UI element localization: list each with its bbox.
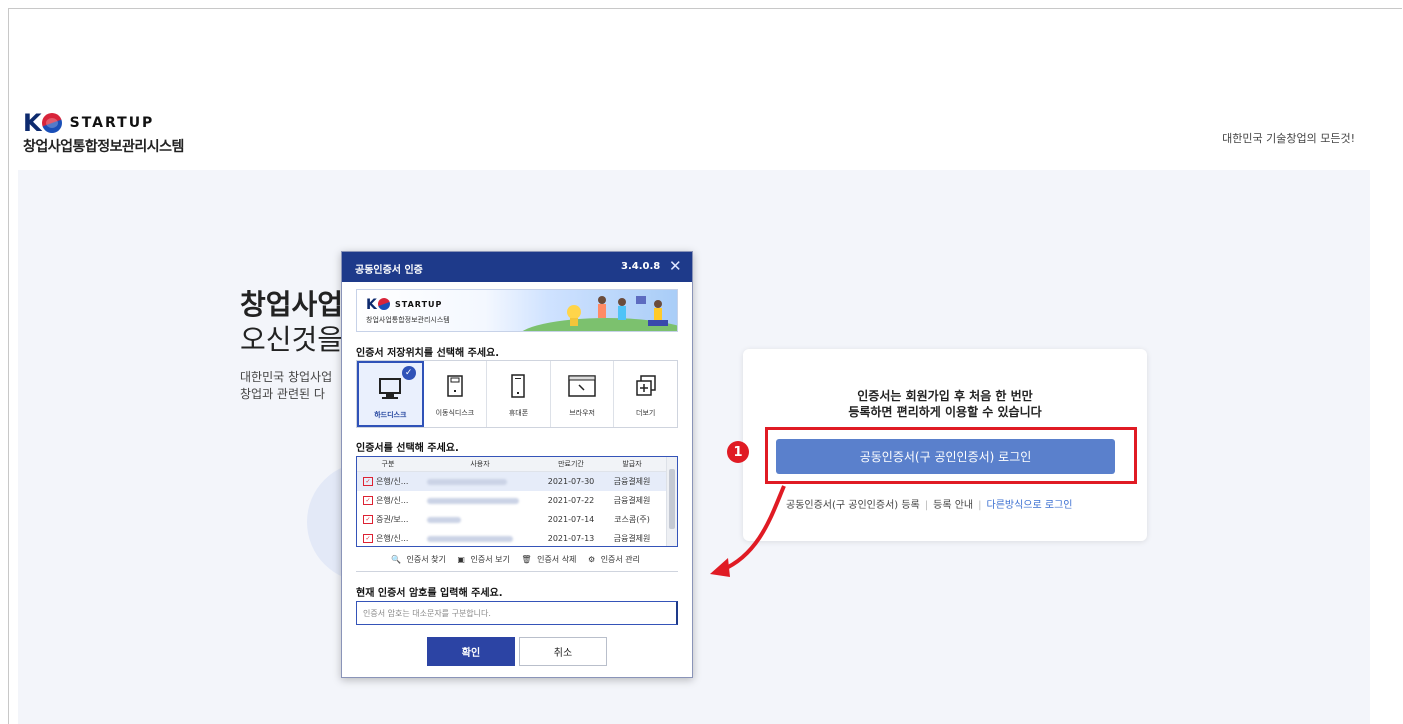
row-type: 증권/보... <box>376 515 409 524</box>
main-area <box>18 170 1370 724</box>
row-issuer: 금융결제원 <box>613 496 651 505</box>
view-cert-label: 인증서 보기 <box>470 555 510 564</box>
table-row[interactable]: ✓ 은행/신... 2021-07-13 금융결제원 <box>357 529 677 546</box>
register-certificate-link[interactable]: 공동인증서(구 공인인증서) 등록 <box>786 500 920 511</box>
storage-label-text: 더보기 <box>636 409 656 417</box>
certificate-table: 구분 사용자 만료기간 발급자 ✓ 은행/신... 2021-07-30 금융결제… <box>356 456 678 547</box>
row-type: 은행/신... <box>376 534 409 543</box>
row-expiry: 2021-07-14 <box>547 515 595 524</box>
row-issuer: 금융결제원 <box>613 534 651 543</box>
row-expiry: 2021-07-22 <box>547 496 595 505</box>
delete-cert-label: 인증서 삭제 <box>537 555 577 564</box>
mobile-phone-icon <box>511 374 526 398</box>
pointer-arrow-icon <box>710 485 786 577</box>
row-type: 은행/신... <box>376 496 409 505</box>
certificate-icon: ✓ <box>363 496 373 505</box>
storage-mobile-phone[interactable]: 휴대폰 <box>487 361 551 427</box>
confirm-button[interactable]: 확인 <box>427 637 515 666</box>
certificate-icon: ✓ <box>363 477 373 486</box>
table-row[interactable]: ✓ 증권/보... 2021-07-14 코스콤(주) <box>357 510 677 529</box>
storage-selector: ✓ 하드디스크 이동식디스크 휴대폰 브라우저 더보기 <box>356 360 678 428</box>
manage-cert-button[interactable]: ⚙ 인증서 관리 <box>588 555 643 564</box>
header-slogan: 대한민국 기술창업의 모든것! <box>1222 132 1355 145</box>
certificate-dialog: 공동인증서 인증 3.4.0.8 ✕ K STARTUP 창업사업통합정보관리시… <box>341 251 693 678</box>
other-login-link[interactable]: 다른방식으로 로그인 <box>987 500 1073 511</box>
dialog-banner: K STARTUP 창업사업통합정보관리시스템 <box>356 289 678 332</box>
blurred-user <box>427 497 519 504</box>
card-message-line2: 등록하면 편리하게 이용할 수 있습니다 <box>848 405 1042 419</box>
logo-brand: STARTUP <box>69 115 155 131</box>
card-message-line1: 인증서는 회원가입 후 처음 한 번만 <box>857 389 1033 403</box>
storage-hard-disk[interactable]: ✓ 하드디스크 <box>357 361 424 427</box>
dialog-title: 공동인증서 인증 <box>355 265 423 276</box>
close-icon[interactable]: ✕ <box>669 257 682 275</box>
card-links: 공동인증서(구 공인인증서) 등록 | 등록 안내 | 다른방식으로 로그인 <box>786 500 1073 511</box>
check-icon: ✓ <box>401 366 416 380</box>
storage-label-text: 휴대폰 <box>508 409 529 417</box>
step-badge: 1 <box>727 441 749 463</box>
k-startup-logo[interactable]: K STARTUP <box>23 111 154 135</box>
row-type: 은행/신... <box>376 477 409 486</box>
storage-label-text: 하드디스크 <box>374 411 407 419</box>
browser-icon <box>568 375 596 397</box>
divider <box>356 571 678 572</box>
blurred-user <box>427 535 513 542</box>
hard-disk-icon <box>379 378 402 399</box>
table-header: 구분 사용자 만료기간 발급자 <box>357 457 677 472</box>
password-label: 현재 인증서 암호를 입력해 주세요. <box>356 588 503 599</box>
banner-people-icon <box>567 296 668 326</box>
column-user: 사용자 <box>470 460 490 468</box>
logo-subtitle: 창업사업통합정보관리시스템 <box>23 139 184 155</box>
column-type: 구분 <box>381 460 395 468</box>
delete-cert-button[interactable]: 🗑 인증서 삭제 <box>521 555 579 564</box>
banner-logo-k: K <box>366 297 377 313</box>
banner-brand: STARTUP <box>395 300 443 309</box>
manage-cert-label: 인증서 관리 <box>600 555 641 564</box>
banner-globe-icon <box>378 298 390 310</box>
table-scrollbar[interactable] <box>666 457 677 546</box>
storage-more[interactable]: 더보기 <box>614 361 677 427</box>
table-row[interactable]: ✓ 은행/신... 2021-07-22 금융결제원 <box>357 491 677 510</box>
certificate-password-input[interactable] <box>356 601 678 625</box>
blurred-user <box>427 516 461 523</box>
column-issuer: 발급자 <box>622 460 642 468</box>
storage-label-text: 브라우저 <box>569 409 595 417</box>
table-row[interactable]: ✓ 은행/신... 2021-07-30 금융결제원 <box>357 472 677 491</box>
row-expiry: 2021-07-30 <box>547 477 595 486</box>
storage-browser[interactable]: 브라우저 <box>551 361 615 427</box>
register-guide-link[interactable]: 등록 안내 <box>933 500 973 511</box>
scrollbar-thumb[interactable] <box>669 469 675 529</box>
view-cert-button[interactable]: ▣ 인증서 보기 <box>457 555 512 564</box>
logo-k: K <box>23 109 42 137</box>
storage-label: 인증서 저장위치를 선택해 주세요. <box>356 348 500 359</box>
banner-subtitle: 창업사업통합정보관리시스템 <box>366 316 450 324</box>
hero-title-line2: 오신것을 <box>240 323 344 356</box>
dialog-version: 3.4.0.8 <box>621 261 661 272</box>
hero-desc-line2: 창업과 관련된 다 <box>240 387 325 401</box>
highlight-box <box>765 427 1137 484</box>
storage-removable-disk[interactable]: 이동식디스크 <box>424 361 488 427</box>
cert-label: 인증서를 선택해 주세요. <box>356 443 459 454</box>
row-expiry: 2021-07-13 <box>547 534 595 543</box>
hero-desc-line1: 대한민국 창업사업 <box>240 370 333 384</box>
row-issuer: 금융결제원 <box>613 477 651 486</box>
logo-globe-icon <box>41 113 62 133</box>
row-issuer: 코스콤(주) <box>614 515 650 524</box>
more-icon <box>635 375 656 396</box>
blurred-user <box>427 478 507 485</box>
storage-label-text: 이동식디스크 <box>435 409 475 417</box>
dialog-titlebar: 공동인증서 인증 3.4.0.8 ✕ <box>342 252 692 282</box>
cancel-button[interactable]: 취소 <box>519 637 607 666</box>
certificate-tools: 🔍 인증서 찾기 ▣ 인증서 보기 🗑 인증서 삭제 ⚙ 인증서 관리 <box>356 554 678 565</box>
find-cert-button[interactable]: 🔍 인증서 찾기 <box>391 555 449 564</box>
certificate-icon: ✓ <box>363 534 373 543</box>
hero-title-line1: 창업사업 <box>240 288 344 321</box>
column-expiry: 만료기간 <box>558 460 584 468</box>
find-cert-label: 인증서 찾기 <box>406 555 446 564</box>
certificate-icon: ✓ <box>363 515 373 524</box>
removable-disk-icon <box>447 375 463 397</box>
